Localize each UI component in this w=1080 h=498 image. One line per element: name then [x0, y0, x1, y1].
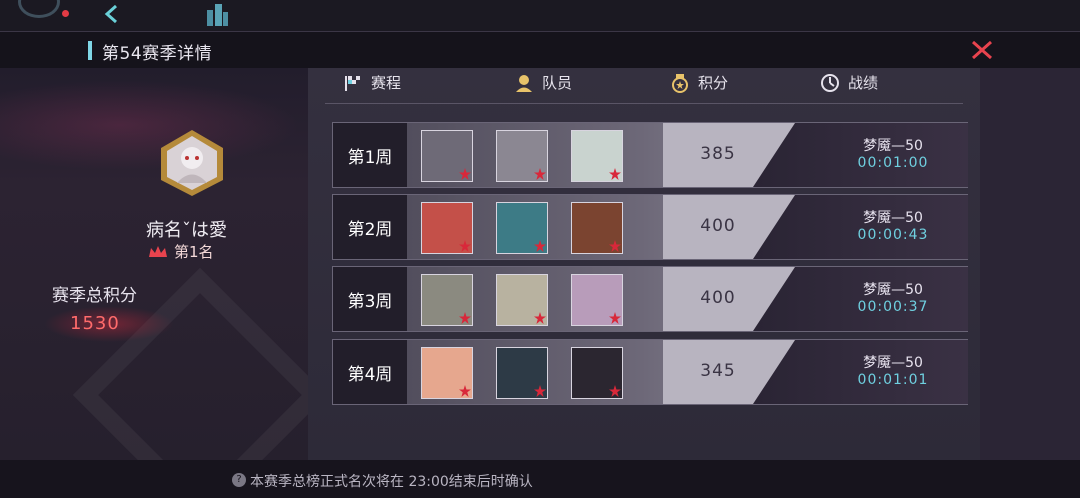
- city-icon[interactable]: [204, 2, 230, 28]
- week-time: 00:00:43: [857, 227, 929, 243]
- member-portrait[interactable]: [496, 130, 548, 182]
- crown-icon: [149, 245, 167, 257]
- member-portrait[interactable]: [496, 274, 548, 326]
- info-icon: ?: [232, 473, 246, 487]
- member-portrait[interactable]: [421, 274, 473, 326]
- week-stage: 梦魇—50: [863, 138, 923, 154]
- tab-members-label: 队员: [542, 74, 573, 92]
- tab-members[interactable]: 队员: [514, 72, 572, 93]
- season-total-label: 赛季总积分: [52, 286, 137, 306]
- tab-bar: 赛程 队员 积分 战绩: [325, 70, 963, 104]
- week-row[interactable]: 第4周 345 梦魇—50 00:01:01: [332, 339, 968, 405]
- week-score: 345: [700, 361, 736, 381]
- member-portrait[interactable]: [421, 347, 473, 399]
- footer-bar: [0, 460, 1080, 498]
- footer-note: 本赛季总榜正式名次将在 23:00结束后时确认: [250, 474, 533, 490]
- week-label: 第4周: [333, 340, 407, 404]
- week-row[interactable]: 第3周 400 梦魇—50 00:00:37: [332, 266, 968, 332]
- tab-points-label: 积分: [698, 74, 729, 92]
- member-portrait[interactable]: [571, 274, 623, 326]
- notification-dot: [62, 10, 69, 17]
- player-avatar[interactable]: [157, 128, 227, 198]
- member-portrait[interactable]: [421, 130, 473, 182]
- week-time: 00:00:37: [857, 299, 929, 315]
- star-icon: [609, 168, 621, 180]
- member-portrait[interactable]: [571, 347, 623, 399]
- week-stage: 梦魇—50: [863, 282, 923, 298]
- week-score: 400: [700, 288, 736, 308]
- person-icon: [516, 74, 532, 92]
- panel-title: 第54赛季详情: [102, 44, 213, 64]
- ring-icon: [18, 0, 60, 18]
- star-icon: [534, 168, 546, 180]
- member-portrait[interactable]: [571, 202, 623, 254]
- member-portrait[interactable]: [496, 347, 548, 399]
- star-icon: [534, 240, 546, 252]
- star-icon: [534, 385, 546, 397]
- star-icon: [609, 385, 621, 397]
- season-total-value: 1530: [70, 313, 120, 334]
- week-time: 00:01:00: [857, 155, 929, 171]
- rank-label: 第1名: [174, 243, 214, 261]
- player-glow: [0, 80, 300, 170]
- clock-icon: [821, 73, 839, 92]
- star-icon: [534, 312, 546, 324]
- member-portrait[interactable]: [571, 130, 623, 182]
- medal-icon: [672, 73, 688, 93]
- member-portrait[interactable]: [421, 202, 473, 254]
- star-icon: [609, 312, 621, 324]
- title-accent-bar: [88, 41, 92, 60]
- week-score: 400: [700, 216, 736, 236]
- tab-schedule[interactable]: 赛程: [343, 72, 401, 93]
- tab-records-label: 战绩: [848, 74, 879, 92]
- player-rank: 第1名: [148, 241, 214, 262]
- star-icon: [459, 312, 471, 324]
- week-label: 第1周: [333, 123, 407, 187]
- week-stage: 梦魇—50: [863, 210, 923, 226]
- week-label: 第2周: [333, 195, 407, 259]
- panel-header: 第54赛季详情: [0, 32, 1080, 68]
- week-label: 第3周: [333, 267, 407, 331]
- member-portrait[interactable]: [496, 202, 548, 254]
- tab-records[interactable]: 战绩: [820, 72, 878, 93]
- week-time: 00:01:01: [857, 372, 929, 388]
- week-score: 385: [700, 144, 736, 164]
- tab-schedule-label: 赛程: [371, 74, 402, 92]
- star-icon: [609, 240, 621, 252]
- back-icon[interactable]: [100, 2, 122, 26]
- star-icon: [459, 168, 471, 180]
- week-stage: 梦魇—50: [863, 355, 923, 371]
- close-icon[interactable]: [970, 39, 994, 61]
- tab-points[interactable]: 积分: [670, 72, 728, 93]
- week-row[interactable]: 第1周 385 梦魇—50 00:01:00: [332, 122, 968, 188]
- player-name: 病名ˇは愛: [146, 220, 227, 241]
- top-bar: [0, 0, 1080, 32]
- week-row[interactable]: 第2周 400 梦魇—50 00:00:43: [332, 194, 968, 260]
- star-icon: [459, 385, 471, 397]
- star-icon: [459, 240, 471, 252]
- right-background: [980, 68, 1080, 460]
- flag-icon: [345, 75, 360, 91]
